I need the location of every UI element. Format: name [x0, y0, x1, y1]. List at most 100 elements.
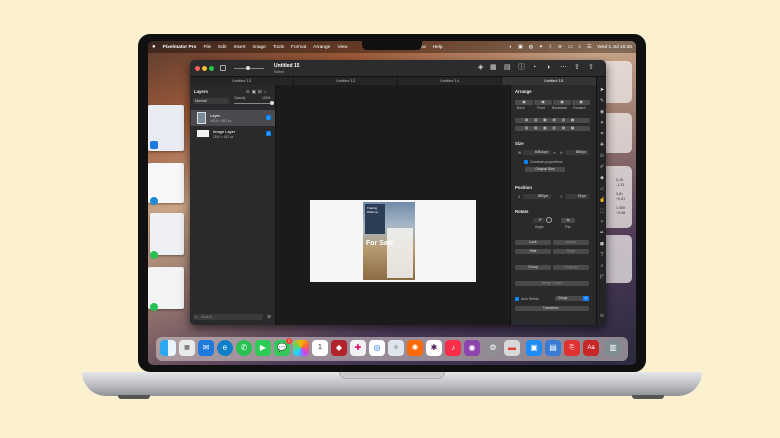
menu-format[interactable]: Format: [291, 45, 306, 50]
lock-button[interactable]: Lock: [515, 240, 551, 245]
share-icon[interactable]: ⇪: [574, 64, 582, 72]
downloads-stack-icon[interactable]: ▥: [605, 340, 621, 356]
rotate-dial[interactable]: [546, 217, 552, 223]
stage-thumbnail-3[interactable]: [150, 213, 184, 255]
launchpad-icon[interactable]: ▦: [179, 340, 195, 356]
angle-field[interactable]: 0°: [533, 218, 545, 223]
status-icon[interactable]: ◐: [509, 45, 512, 50]
paint-tool-icon[interactable]: ◆: [599, 175, 605, 181]
more-options-icon[interactable]: ⋯: [560, 64, 568, 72]
photo-browser-icon[interactable]: ▤: [504, 64, 512, 72]
height-field[interactable]: 853 px: [565, 150, 589, 155]
apple-menu-icon[interactable]: ●: [152, 44, 156, 50]
selection-tool-icon[interactable]: ⬚: [599, 208, 605, 214]
tab-untitled-15[interactable]: Untitled 15: [502, 77, 606, 85]
safari-icon[interactable]: ◎: [369, 340, 385, 356]
tab-untitled-14[interactable]: Untitled 14: [398, 77, 502, 85]
menu-arrange[interactable]: Arrange: [313, 45, 330, 50]
menu-edit[interactable]: Edit: [218, 45, 226, 50]
x-field[interactable]: 593 px: [523, 194, 551, 199]
menu-view[interactable]: View: [337, 45, 347, 50]
grid-icon[interactable]: ▦: [490, 64, 498, 72]
layer-visibility-checkbox[interactable]: ✓: [266, 131, 271, 136]
blend-mode-select[interactable]: Normal: [193, 98, 229, 104]
unlock-button[interactable]: Unlock: [553, 240, 589, 245]
layer-view-options-icon[interactable]: ⊖▣⊞⌂: [246, 89, 269, 95]
tools-icon[interactable]: ◔: [532, 64, 540, 72]
menu-file[interactable]: File: [203, 45, 211, 50]
pages-icon[interactable]: ✚: [350, 340, 366, 356]
shapes-tool-icon[interactable]: ◼: [599, 241, 605, 247]
sidebar-toggle-icon[interactable]: [220, 65, 226, 71]
layers-search-input[interactable]: Search: [193, 314, 263, 320]
add-layer-icon[interactable]: ⊕: [267, 314, 271, 320]
tab-untitled-12[interactable]: Untitled 12: [294, 77, 398, 85]
affinity-icon[interactable]: ◆: [331, 340, 347, 356]
transform-button[interactable]: Transform...: [515, 306, 589, 311]
layer-row-selected[interactable]: Layer 645,6 × 853 px ✓: [191, 110, 275, 126]
smudge-tool-icon[interactable]: ☝: [599, 197, 605, 203]
music-icon[interactable]: ♪: [445, 340, 461, 356]
slack-icon[interactable]: ✱: [426, 340, 442, 356]
repair-tool-icon[interactable]: ✚: [599, 142, 605, 148]
zoom-window-button[interactable]: [209, 66, 214, 71]
search-icon[interactable]: ⌕: [578, 44, 581, 50]
arrange-tool-icon[interactable]: ➤: [599, 87, 605, 93]
menu-help[interactable]: Help: [433, 45, 443, 50]
menu-image[interactable]: Image: [253, 45, 266, 50]
settings-icon[interactable]: ⚙: [485, 340, 501, 356]
magic-select-icon[interactable]: ✧: [599, 219, 605, 225]
brush-tool-icon[interactable]: ✐: [599, 164, 605, 170]
minimize-window-button[interactable]: [202, 66, 207, 71]
edge-icon[interactable]: e: [217, 340, 233, 356]
layer-visibility-checkbox[interactable]: ✓: [266, 115, 271, 120]
ungroup-button[interactable]: Ungroup: [553, 265, 589, 270]
status-icon[interactable]: ◍: [529, 45, 533, 50]
photos-icon[interactable]: [293, 340, 309, 356]
pdf-icon[interactable]: ▤: [545, 340, 561, 356]
send-backward-icon[interactable]: ▣: [553, 100, 571, 105]
finder-icon[interactable]: [160, 340, 176, 356]
mirror-icon[interactable]: ✧: [388, 340, 404, 356]
bring-forward-icon[interactable]: ▣: [572, 100, 590, 105]
archive-icon[interactable]: Aa: [583, 340, 599, 356]
status-icon[interactable]: ▣: [518, 45, 523, 50]
facetime-icon[interactable]: ▶: [255, 340, 271, 356]
control-center-icon[interactable]: ☰: [587, 45, 591, 50]
layer-row[interactable]: Image Layer 1510 × 632 px ✓: [191, 127, 275, 141]
pen-tool-icon[interactable]: ✒: [599, 230, 605, 236]
trash-icon[interactable]: [622, 340, 628, 356]
distribute-buttons-row[interactable]: ▥▤▦▥▤▦: [515, 126, 590, 131]
hide-button[interactable]: Hide: [515, 249, 551, 254]
whatsapp-icon[interactable]: ✆: [236, 340, 252, 356]
status-icon[interactable]: ✦: [539, 45, 543, 50]
effects-tool-icon[interactable]: ✦: [599, 120, 605, 126]
color-adjust-tool-icon[interactable]: ◉: [599, 109, 605, 115]
poster-image[interactable]: Trading Ribbons For Sale: [363, 202, 415, 280]
auto-select-checkbox[interactable]: [515, 297, 519, 301]
acrobat-icon[interactable]: ⎘: [564, 340, 580, 356]
remote-icon[interactable]: ▬: [504, 340, 520, 356]
preview-icon[interactable]: ▣: [526, 340, 542, 356]
bring-to-front-icon[interactable]: ▣: [534, 100, 552, 105]
more-tools-icon[interactable]: ⊙: [599, 313, 605, 319]
type-tool-icon[interactable]: T: [599, 252, 605, 258]
menu-tools[interactable]: Tools: [273, 45, 284, 50]
show-button[interactable]: Show: [553, 249, 589, 254]
constrain-checkbox[interactable]: [524, 160, 528, 164]
eraser-tool-icon[interactable]: ▱: [599, 186, 605, 192]
tab-untitled-13[interactable]: Untitled 13: [190, 77, 294, 85]
style-tool-icon[interactable]: ✎: [599, 98, 605, 104]
clone-tool-icon[interactable]: ⊙: [599, 153, 605, 159]
zoom-slider-knob[interactable]: [246, 66, 250, 70]
bluetooth-icon[interactable]: ᛒ: [549, 44, 552, 50]
zoom-tool-icon[interactable]: ⌕: [599, 263, 605, 269]
close-window-button[interactable]: [195, 66, 200, 71]
info-icon[interactable]: ⓘ: [518, 64, 526, 72]
opacity-slider[interactable]: [234, 103, 272, 104]
menu-insert[interactable]: Insert: [234, 45, 246, 50]
slice-tool-icon[interactable]: ◸: [599, 274, 605, 280]
original-size-button[interactable]: Original Size: [525, 167, 565, 172]
send-to-back-icon[interactable]: ▣: [515, 100, 533, 105]
merge-layers-button[interactable]: Merge Layers: [515, 281, 589, 286]
